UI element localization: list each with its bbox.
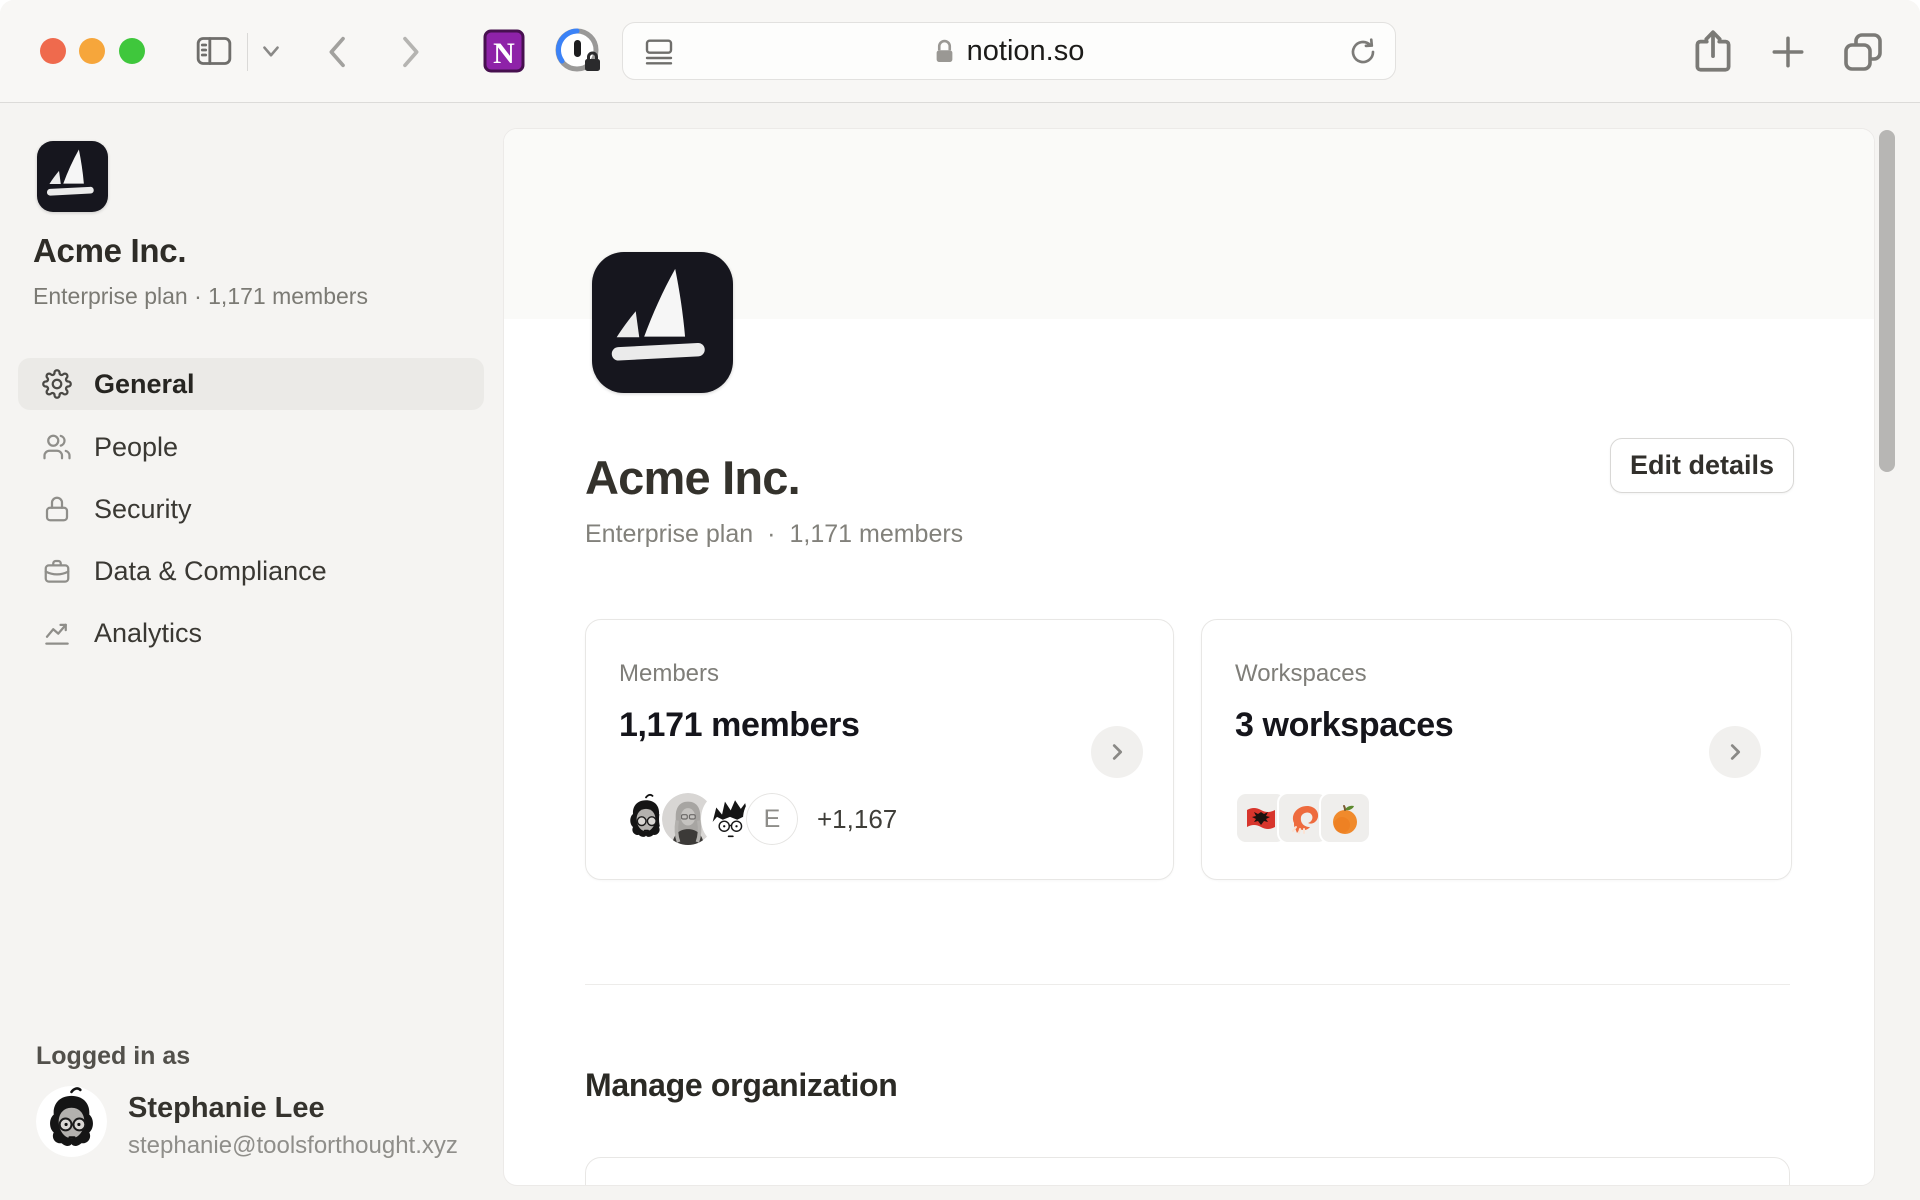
tangerine-emoji-icon [1319,792,1371,844]
member-count-label: 1,171 members [789,520,963,549]
minimize-window-button[interactable] [79,38,105,64]
org-subtitle: Enterprise plan · 1,171 members [585,520,963,549]
sidebar-item-analytics[interactable]: Analytics [18,607,484,659]
tab-overview-button[interactable] [1839,28,1887,76]
sidebar-item-label: General [94,369,195,400]
svg-text:N: N [493,37,515,70]
member-avatar-stack: E +1,167 [617,790,897,848]
logged-in-as-label: Logged in as [36,1042,190,1071]
share-button[interactable] [1688,27,1738,77]
sidebar-item-label: Data & Compliance [94,556,327,587]
sidebar-org-meta: Enterprise plan · 1,171 members [33,283,368,310]
page-title: Acme Inc. [585,450,800,505]
notion-extension-icon[interactable]: N [478,25,530,77]
settings-main-panel: Acme Inc. Enterprise plan · 1,171 member… [503,128,1875,1186]
address-bar-center: notion.so [623,23,1395,79]
members-card[interactable]: Members 1,171 members [585,619,1174,880]
gear-icon [42,369,72,399]
sidebar-item-label: People [94,432,178,463]
sidebar-item-security[interactable]: Security [18,483,484,535]
url-text: notion.so [967,35,1085,68]
sailboat-icon [592,252,733,393]
close-window-button[interactable] [40,38,66,64]
workspace-icon-row [1235,792,1371,844]
manage-organization-heading: Manage organization [585,1067,898,1104]
user-avatar [36,1086,107,1157]
members-card-label: Members [619,660,719,688]
manage-organization-card[interactable] [585,1157,1790,1186]
workspaces-card-headline: 3 workspaces [1235,706,1453,745]
sidebar-org-logo [37,141,108,212]
reload-button[interactable] [1347,36,1379,68]
lock-icon [42,494,72,524]
overflow-count: +1,167 [817,804,897,835]
overflow-letter-avatar: E [743,790,801,848]
forward-button[interactable] [395,32,425,72]
plan-label: Enterprise plan [585,520,753,549]
toolbar-divider [247,33,248,71]
edit-details-button[interactable]: Edit details [1610,438,1794,493]
user-email: stephanie@toolsforthought.xyz [128,1132,458,1160]
members-chevron-button[interactable] [1091,726,1143,778]
sidebar-dropdown-chevron-icon[interactable] [258,42,284,62]
sidebar-toggle-button[interactable] [191,31,237,71]
sidebar-item-general[interactable]: General [18,358,484,410]
back-button[interactable] [323,32,353,72]
doodle-woman-avatar-icon [36,1086,107,1157]
sidebar-item-data-compliance[interactable]: Data & Compliance [18,545,484,597]
sidebar-item-label: Analytics [94,618,202,649]
workspaces-card-label: Workspaces [1235,660,1367,688]
safari-window: N notion.so [0,0,1920,1200]
user-name: Stephanie Lee [128,1092,325,1125]
briefcase-icon [42,556,72,586]
padlock-icon [934,38,955,65]
workspaces-chevron-button[interactable] [1709,726,1761,778]
chevron-right-icon [1724,741,1746,763]
org-logo [592,252,733,393]
trend-chart-icon [42,618,72,648]
zoom-window-button[interactable] [119,38,145,64]
browser-toolbar: N notion.so [0,0,1920,103]
sidebar-item-people[interactable]: People [18,421,484,473]
sidebar-org-name: Acme Inc. [33,232,186,270]
sailboat-icon [37,141,108,212]
people-icon [42,432,72,462]
new-tab-button[interactable] [1766,30,1810,74]
workspaces-card[interactable]: Workspaces 3 workspaces [1201,619,1792,880]
chevron-right-icon [1106,741,1128,763]
onepassword-extension-icon[interactable] [552,25,604,77]
sidebar-item-label: Security [94,494,192,525]
separator-dot: · [767,520,775,549]
address-bar[interactable]: notion.so [622,22,1396,80]
page-scrollbar[interactable] [1879,130,1895,472]
section-divider [585,984,1790,985]
members-card-headline: 1,171 members [619,706,860,745]
